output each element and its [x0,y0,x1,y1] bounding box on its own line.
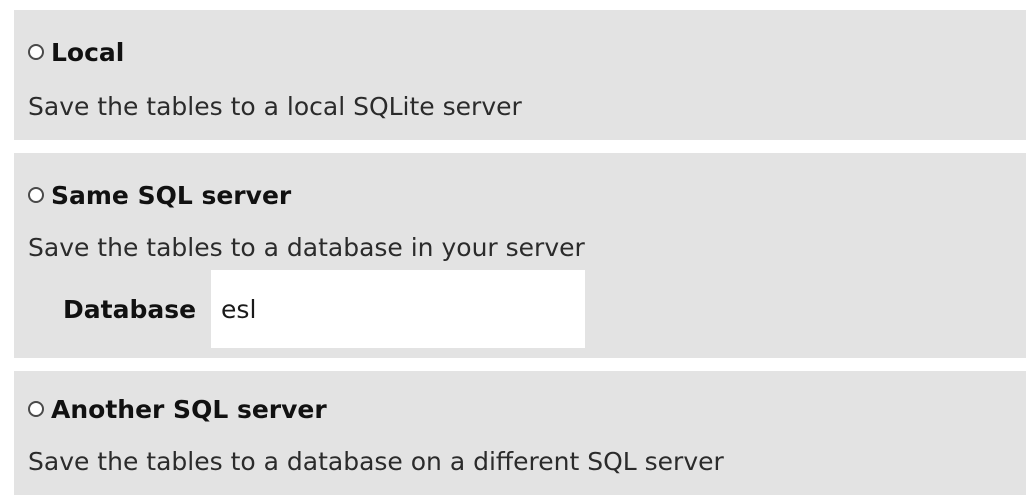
local-option-description: Save the tables to a local SQLite server [28,92,522,121]
another-server-radio[interactable] [28,401,44,417]
another-server-option-description: Save the tables to a database on a diffe… [28,447,724,476]
option-same-server-row[interactable]: Same SQL server [28,175,291,215]
local-radio[interactable] [28,44,44,60]
option-local-panel: Local Save the tables to a local SQLite … [14,10,1026,140]
same-server-option-label[interactable]: Same SQL server [51,181,291,210]
same-server-radio[interactable] [28,187,44,203]
database-input[interactable] [211,270,586,348]
same-server-option-description: Save the tables to a database in your se… [28,233,585,262]
database-field-row: Database [63,270,586,348]
local-option-label[interactable]: Local [51,38,124,67]
option-local-row[interactable]: Local [28,32,124,72]
option-another-server-panel: Another SQL server Save the tables to a … [14,371,1026,495]
database-field-label: Database [63,294,197,324]
another-server-option-label[interactable]: Another SQL server [51,395,327,424]
option-same-server-panel: Same SQL server Save the tables to a dat… [14,153,1026,358]
option-another-server-row[interactable]: Another SQL server [28,389,327,429]
